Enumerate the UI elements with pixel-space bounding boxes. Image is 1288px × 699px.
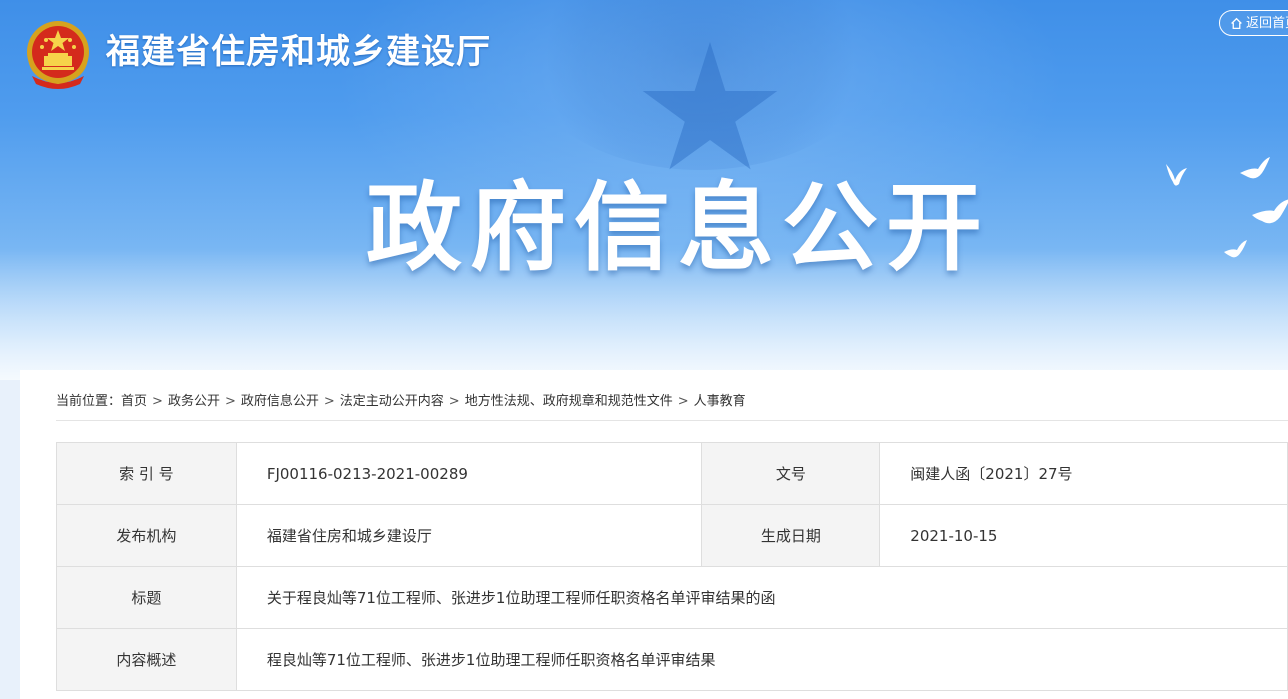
dove-icon	[1240, 157, 1270, 179]
publisher-label: 发布机构	[56, 504, 237, 567]
breadcrumb-item-affairs[interactable]: 政务公开	[168, 394, 220, 409]
banner-title: 政府信息公开	[366, 172, 990, 284]
table-row: 内容概述 程良灿等71位工程师、张进步1位助理工程师任职资格名单评审结果	[56, 628, 1288, 691]
national-emblem-icon[interactable]	[24, 18, 92, 94]
breadcrumb-prefix: 当前位置：	[56, 394, 122, 409]
summary-label: 内容概述	[56, 628, 237, 691]
title-value: 关于程良灿等71位工程师、张进步1位助理工程师任职资格名单评审结果的函	[235, 566, 1288, 629]
title-label: 标题	[56, 566, 237, 629]
home-button-label: 返回首页	[1246, 16, 1288, 31]
doc-number-value: 闽建人函〔2021〕27号	[879, 442, 1288, 505]
date-value: 2021-10-15	[879, 504, 1288, 567]
breadcrumb-separator: >	[152, 394, 163, 409]
breadcrumb-separator: >	[323, 394, 335, 409]
dove-icon	[1252, 199, 1288, 224]
table-row: 发布机构 福建省住房和城乡建设厅 生成日期 2021-10-15	[56, 504, 1288, 567]
breadcrumb-item-home[interactable]: 首页	[121, 394, 147, 409]
breadcrumb: 当前位置：首页 > 政务公开 > 政府信息公开 > 法定主动公开内容 > 地方性法规、政府规章和…	[56, 390, 746, 409]
summary-value: 程良灿等71位工程师、张进步1位助理工程师任职资格名单评审结果	[235, 628, 1288, 691]
breadcrumb-item-statutory[interactable]: 法定主动公开内容	[340, 394, 444, 409]
home-button[interactable]: 返回首页	[1219, 10, 1288, 36]
breadcrumb-item-regulations[interactable]: 地方性法规、政府规章和规范性文件	[465, 394, 673, 409]
breadcrumb-separator: >	[224, 394, 236, 409]
site-title[interactable]: 福建省住房和城乡建设厅	[106, 24, 491, 73]
home-icon	[1231, 17, 1242, 30]
breadcrumb-item-info-disclosure[interactable]: 政府信息公开	[241, 394, 319, 409]
document-meta-table: 索 引 号 FJ00116-0213-2021-00289 文号 闽建人函〔20…	[56, 442, 1288, 691]
dove-icon	[1166, 164, 1187, 186]
index-label: 索 引 号	[56, 442, 237, 505]
table-row: 标题 关于程良灿等71位工程师、张进步1位助理工程师任职资格名单评审结果的函	[56, 566, 1288, 629]
date-label: 生成日期	[701, 504, 881, 567]
dove-icon	[1224, 240, 1247, 258]
content-panel: 当前位置：首页 > 政务公开 > 政府信息公开 > 法定主动公开内容 > 地方性法规、政府规章和…	[20, 370, 1288, 699]
doc-number-label: 文号	[701, 442, 881, 505]
table-row: 索 引 号 FJ00116-0213-2021-00289 文号 闽建人函〔20…	[56, 442, 1288, 505]
breadcrumb-separator: >	[448, 394, 460, 409]
breadcrumb-item-personnel[interactable]: 人事教育	[694, 394, 746, 409]
header-banner: 福建省住房和城乡建设厅 返回首页 政府信息公开	[0, 0, 1288, 380]
breadcrumb-separator: >	[677, 394, 689, 409]
publisher-value: 福建省住房和城乡建设厅	[235, 504, 703, 567]
index-value: FJ00116-0213-2021-00289	[235, 442, 703, 505]
divider	[56, 420, 1288, 421]
